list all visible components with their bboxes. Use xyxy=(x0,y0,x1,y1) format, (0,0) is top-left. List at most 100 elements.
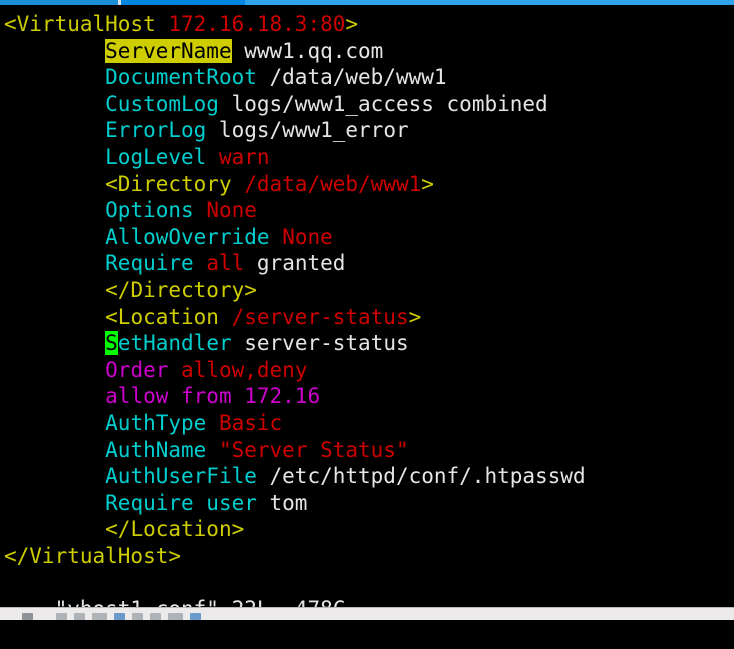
code-token: Require user xyxy=(105,490,257,515)
vim-buffer-line[interactable]: SetHandler server-status xyxy=(0,330,734,357)
vim-buffer-line[interactable]: ServerName www1.qq.com xyxy=(0,38,734,65)
code-token: </Location> xyxy=(105,517,245,542)
code-token: > xyxy=(345,12,359,36)
code-token: logs/www1_error xyxy=(206,118,409,143)
code-token: "Server Status" xyxy=(218,437,409,462)
code-token: </VirtualHost> xyxy=(4,543,182,568)
media-icon[interactable] xyxy=(150,613,161,620)
code-token: ErrorLog xyxy=(105,118,207,143)
vim-buffer-line[interactable]: <Location /server-status> xyxy=(0,304,734,331)
code-token: </Directory> xyxy=(105,277,257,302)
settings-icon[interactable] xyxy=(168,613,183,620)
tab-strip-segment-active[interactable] xyxy=(121,0,245,5)
vim-buffer-line[interactable]: </Directory> xyxy=(0,277,734,304)
code-token: granted xyxy=(244,251,346,276)
code-token: None xyxy=(206,198,257,223)
code-token: /data/web/www1 xyxy=(244,171,422,196)
vim-buffer-line[interactable]: AuthUserFile /etc/httpd/conf/.htpasswd xyxy=(0,463,734,490)
code-token: AuthUserFile xyxy=(105,464,257,489)
code-token: AuthType xyxy=(105,410,207,435)
terminal-icon[interactable] xyxy=(92,613,107,620)
search-match-highlight: ServerName xyxy=(105,38,232,63)
browser-icon[interactable] xyxy=(74,613,85,620)
vim-buffer-line[interactable]: LogLevel warn xyxy=(0,144,734,171)
vim-buffer-line[interactable]: CustomLog logs/www1_access combined xyxy=(0,91,734,118)
code-token: /data/web/www1 xyxy=(256,65,447,90)
tab-strip-segment-loaded[interactable] xyxy=(0,0,118,5)
vim-buffer-line[interactable]: </Location> xyxy=(0,516,734,543)
code-token: server-status xyxy=(231,331,409,356)
vim-buffer-line[interactable]: Require all granted xyxy=(0,250,734,277)
code-token: etHandler xyxy=(117,331,232,356)
vim-buffer-line[interactable]: AuthName "Server Status" xyxy=(0,437,734,464)
code-token: Order xyxy=(105,357,169,382)
vim-buffer-line[interactable]: DocumentRoot /data/web/www1 xyxy=(0,64,734,91)
code-token: Require xyxy=(105,251,194,276)
code-token: None xyxy=(282,224,333,249)
code-token: LogLevel xyxy=(105,144,207,169)
vim-buffer-line[interactable]: Options None xyxy=(0,197,734,224)
tab-strip-segment-remaining[interactable] xyxy=(245,0,734,5)
cursor-block: S xyxy=(105,331,118,356)
code-token: 172.16.18.3:80 xyxy=(168,12,346,36)
code-token: CustomLog xyxy=(105,91,219,116)
browser-tab-strip[interactable] xyxy=(0,0,734,7)
code-token: > xyxy=(421,171,434,196)
vim-text-buffer[interactable]: <VirtualHost 172.16.18.3:80> ServerName … xyxy=(0,11,734,569)
code-token: www1.qq.com xyxy=(244,38,384,63)
code-token: <VirtualHost xyxy=(4,12,169,36)
code-token: allow from 172.16 xyxy=(105,384,321,409)
vim-buffer-line[interactable]: ErrorLog logs/www1_error xyxy=(0,117,734,144)
editor-icon[interactable] xyxy=(114,613,125,620)
code-token: AuthName xyxy=(105,437,207,462)
code-token: > xyxy=(408,304,422,329)
folder-icon[interactable] xyxy=(56,613,67,620)
code-token: Basic xyxy=(218,410,283,435)
vim-buffer-line[interactable]: <Directory /data/web/www1> xyxy=(0,171,734,198)
start-menu-icon[interactable] xyxy=(22,613,33,620)
vim-buffer-line[interactable]: </VirtualHost> xyxy=(0,543,734,570)
files-icon[interactable] xyxy=(132,613,143,620)
code-token: warn xyxy=(218,144,270,169)
code-token: /etc/httpd/conf/.htpasswd xyxy=(256,464,586,489)
vim-buffer-line[interactable]: allow from 172.16 xyxy=(0,383,734,410)
mail-icon[interactable] xyxy=(190,613,201,620)
code-token: <Directory xyxy=(105,171,245,196)
vim-status-line: "vhost1.conf" 22L, 478C xyxy=(0,569,734,621)
vim-buffer-line[interactable]: AuthType Basic xyxy=(0,410,734,437)
code-token: DocumentRoot xyxy=(105,65,257,90)
desktop-taskbar[interactable] xyxy=(0,607,734,620)
vim-buffer-line[interactable]: Require user tom xyxy=(0,490,734,517)
vim-buffer-line[interactable]: <VirtualHost 172.16.18.3:80> xyxy=(0,11,734,38)
vim-buffer-line[interactable]: Order allow,deny xyxy=(0,357,734,384)
code-token: tom xyxy=(256,490,308,515)
terminal-window[interactable]: <VirtualHost 172.16.18.3:80> ServerName … xyxy=(0,7,734,621)
code-token: /server-status xyxy=(231,304,409,329)
code-token: all xyxy=(206,251,245,276)
vim-buffer-line[interactable]: AllowOverride None xyxy=(0,224,734,251)
